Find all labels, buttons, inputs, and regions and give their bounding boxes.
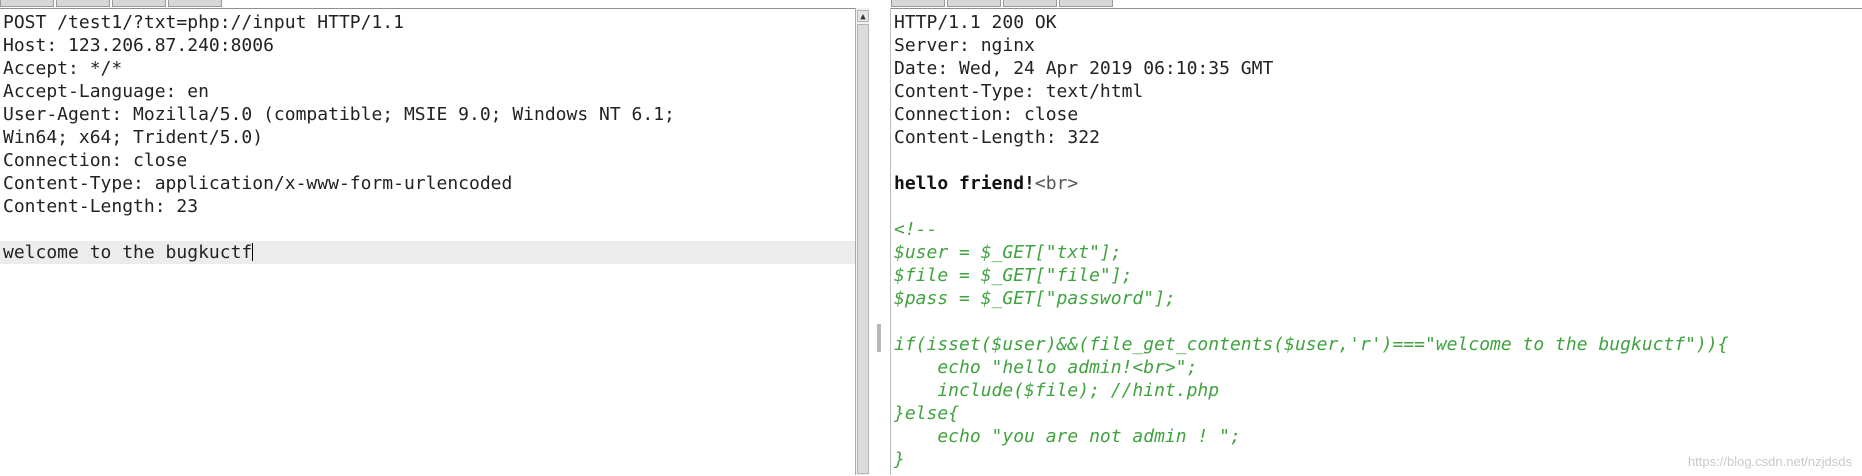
source-code-line: $pass = $_GET["password"]; xyxy=(894,288,1176,309)
response-header-line: Content-Type: text/html xyxy=(894,81,1144,102)
request-line xyxy=(3,218,855,241)
request-line: POST /test1/?txt=php://input HTTP/1.1 xyxy=(3,12,404,33)
request-body-line[interactable]: welcome to the bugkuctf xyxy=(0,241,855,264)
text-caret xyxy=(252,243,254,261)
pane-splitter[interactable] xyxy=(869,8,891,475)
request-line: Accept: */* xyxy=(3,58,123,79)
response-body-line: hello friend!<br> xyxy=(894,172,1862,195)
source-code-line: include($file); //hint.php xyxy=(894,380,1220,401)
response-tab-2[interactable] xyxy=(947,0,1001,7)
response-tab-3[interactable] xyxy=(1003,0,1057,7)
source-code-line: }else{ xyxy=(894,403,960,424)
scrollbar-thumb[interactable] xyxy=(857,24,869,474)
scroll-up-arrow-icon[interactable]: ▲ xyxy=(857,10,869,22)
request-tab-3[interactable] xyxy=(112,0,166,7)
source-code-line: <!-- xyxy=(894,219,938,240)
hello-friend-text: hello friend! xyxy=(894,173,1035,194)
source-code-line: $user = $_GET["txt"]; xyxy=(894,242,1122,263)
request-line: Connection: close xyxy=(3,150,188,171)
source-code-line: if(isset($user)&&(file_get_contents($use… xyxy=(894,334,1729,355)
request-tabs xyxy=(0,0,222,8)
response-header-line: Content-Length: 322 xyxy=(894,127,1100,148)
request-line: Content-Type: application/x-www-form-url… xyxy=(3,173,513,194)
response-header-line: Date: Wed, 24 Apr 2019 06:10:35 GMT xyxy=(894,58,1274,79)
source-code-line: $file = $_GET["file"]; xyxy=(894,265,1133,286)
source-code-line: echo "hello admin!<br>"; xyxy=(894,357,1198,378)
request-scrollbar[interactable]: ▲ xyxy=(855,8,869,475)
response-tab-4[interactable] xyxy=(1059,0,1113,7)
response-tab-1[interactable] xyxy=(891,0,945,7)
splitter-grip-icon[interactable] xyxy=(877,324,881,352)
request-line: Win64; x64; Trident/5.0) xyxy=(3,127,264,148)
response-header-line: HTTP/1.1 200 OK xyxy=(894,12,1057,33)
response-header-line: Connection: close xyxy=(894,104,1079,125)
source-code-line: echo "you are not admin ! "; xyxy=(894,426,1241,447)
request-tab-1[interactable] xyxy=(0,0,54,7)
br-tag-text: <br> xyxy=(1034,173,1079,194)
request-line: Accept-Language: en xyxy=(3,81,209,102)
request-line: User-Agent: Mozilla/5.0 (compatible; MSI… xyxy=(3,104,675,125)
response-viewer[interactable]: HTTP/1.1 200 OK Server: nginx Date: Wed,… xyxy=(891,8,1862,476)
request-line: Host: 123.206.87.240:8006 xyxy=(3,35,274,56)
source-code-line xyxy=(894,310,1862,333)
request-editor[interactable]: POST /test1/?txt=php://input HTTP/1.1 Ho… xyxy=(0,8,855,476)
watermark: https://blog.csdn.net/nzjdsds xyxy=(1687,454,1852,469)
response-tabs xyxy=(891,0,1113,8)
response-header-line: Server: nginx xyxy=(894,35,1035,56)
request-tab-2[interactable] xyxy=(56,0,110,7)
request-line: Content-Length: 23 xyxy=(3,196,199,217)
request-body-text: welcome to the bugkuctf xyxy=(3,242,253,263)
request-tab-4[interactable] xyxy=(168,0,222,7)
